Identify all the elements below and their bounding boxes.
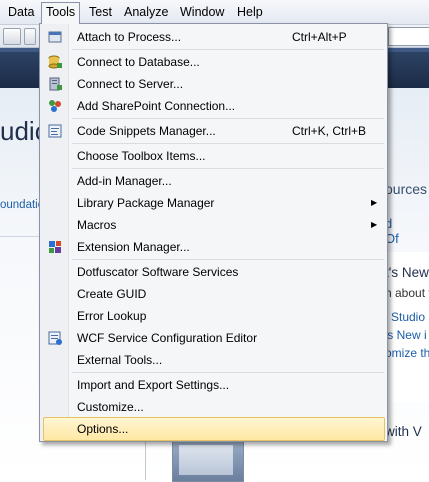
tools-dropdown-menu: Attach to Process... Ctrl+Alt+P Connect … bbox=[39, 23, 388, 442]
news-text: n about t bbox=[385, 286, 429, 300]
copy-icon[interactable] bbox=[3, 28, 21, 45]
menu-help[interactable]: Help bbox=[233, 3, 267, 21]
video-thumbnail[interactable] bbox=[172, 436, 244, 482]
menu-bar: Data Tools Test Analyze Window Help bbox=[0, 0, 429, 25]
menu-item-external-tools[interactable]: External Tools... bbox=[42, 349, 385, 371]
menu-item-add-in-manager[interactable]: Add-in Manager... bbox=[42, 170, 385, 192]
menu-test[interactable]: Test bbox=[85, 3, 116, 21]
left-panel-divider bbox=[0, 236, 40, 237]
menu-item-extension-manager[interactable]: Extension Manager... bbox=[42, 236, 385, 258]
menu-item-macros[interactable]: Macros ▶ bbox=[42, 214, 385, 236]
menu-item-connect-to-database[interactable]: Connect to Database... bbox=[42, 51, 385, 73]
menu-item-customize[interactable]: Customize... bbox=[42, 396, 385, 418]
news-link-1[interactable]: l Studio bbox=[385, 310, 425, 324]
menu-item-code-snippets-manager[interactable]: Code Snippets Manager... Ctrl+K, Ctrl+B bbox=[42, 120, 385, 142]
menu-separator bbox=[72, 143, 384, 144]
menu-item-dotfuscator[interactable]: Dotfuscator Software Services bbox=[42, 261, 385, 283]
menu-separator bbox=[72, 168, 384, 169]
menu-window[interactable]: Window bbox=[176, 3, 228, 21]
database-connect-icon bbox=[47, 54, 63, 70]
wcf-editor-icon bbox=[47, 330, 63, 346]
toolbar-grip-icon bbox=[24, 28, 36, 45]
menu-item-library-package-manager[interactable]: Library Package Manager ▶ bbox=[42, 192, 385, 214]
toolbar-search-input[interactable] bbox=[388, 27, 429, 46]
menu-analyze[interactable]: Analyze bbox=[120, 3, 172, 21]
sharepoint-icon bbox=[47, 98, 63, 114]
news-link-2[interactable]: 's New i bbox=[385, 328, 427, 342]
news-heading: t's New bbox=[385, 265, 429, 280]
menu-item-connect-to-server[interactable]: Connect to Server... bbox=[42, 73, 385, 95]
menu-separator bbox=[72, 259, 384, 260]
menu-item-add-sharepoint-connection[interactable]: Add SharePoint Connection... bbox=[42, 95, 385, 117]
menu-data[interactable]: Data bbox=[4, 3, 38, 21]
menu-item-error-lookup[interactable]: Error Lookup bbox=[42, 305, 385, 327]
submenu-arrow-icon: ▶ bbox=[371, 220, 378, 229]
menu-item-create-guid[interactable]: Create GUID bbox=[42, 283, 385, 305]
menu-item-attach-to-process[interactable]: Attach to Process... Ctrl+Alt+P bbox=[42, 26, 385, 48]
menu-separator bbox=[72, 372, 384, 373]
resources-heading: ources bbox=[385, 181, 428, 197]
menu-item-import-export-settings[interactable]: Import and Export Settings... bbox=[42, 374, 385, 396]
code-snippets-icon bbox=[47, 123, 63, 139]
menu-item-choose-toolbox-items[interactable]: Choose Toolbox Items... bbox=[42, 145, 385, 167]
submenu-arrow-icon: ▶ bbox=[371, 198, 378, 207]
menu-item-options[interactable]: Options... bbox=[43, 417, 385, 441]
resources-tabs: d Of bbox=[385, 216, 429, 246]
menu-item-wcf-config-editor[interactable]: WCF Service Configuration Editor bbox=[42, 327, 385, 349]
bottom-heading: with V bbox=[385, 424, 422, 439]
menu-separator bbox=[72, 49, 384, 50]
news-link-3[interactable]: omize th bbox=[385, 346, 429, 360]
menu-tools[interactable]: Tools bbox=[41, 2, 81, 24]
attach-process-icon bbox=[47, 29, 63, 45]
extension-manager-icon bbox=[47, 239, 63, 255]
server-connect-icon bbox=[47, 76, 63, 92]
menu-separator bbox=[72, 118, 384, 119]
